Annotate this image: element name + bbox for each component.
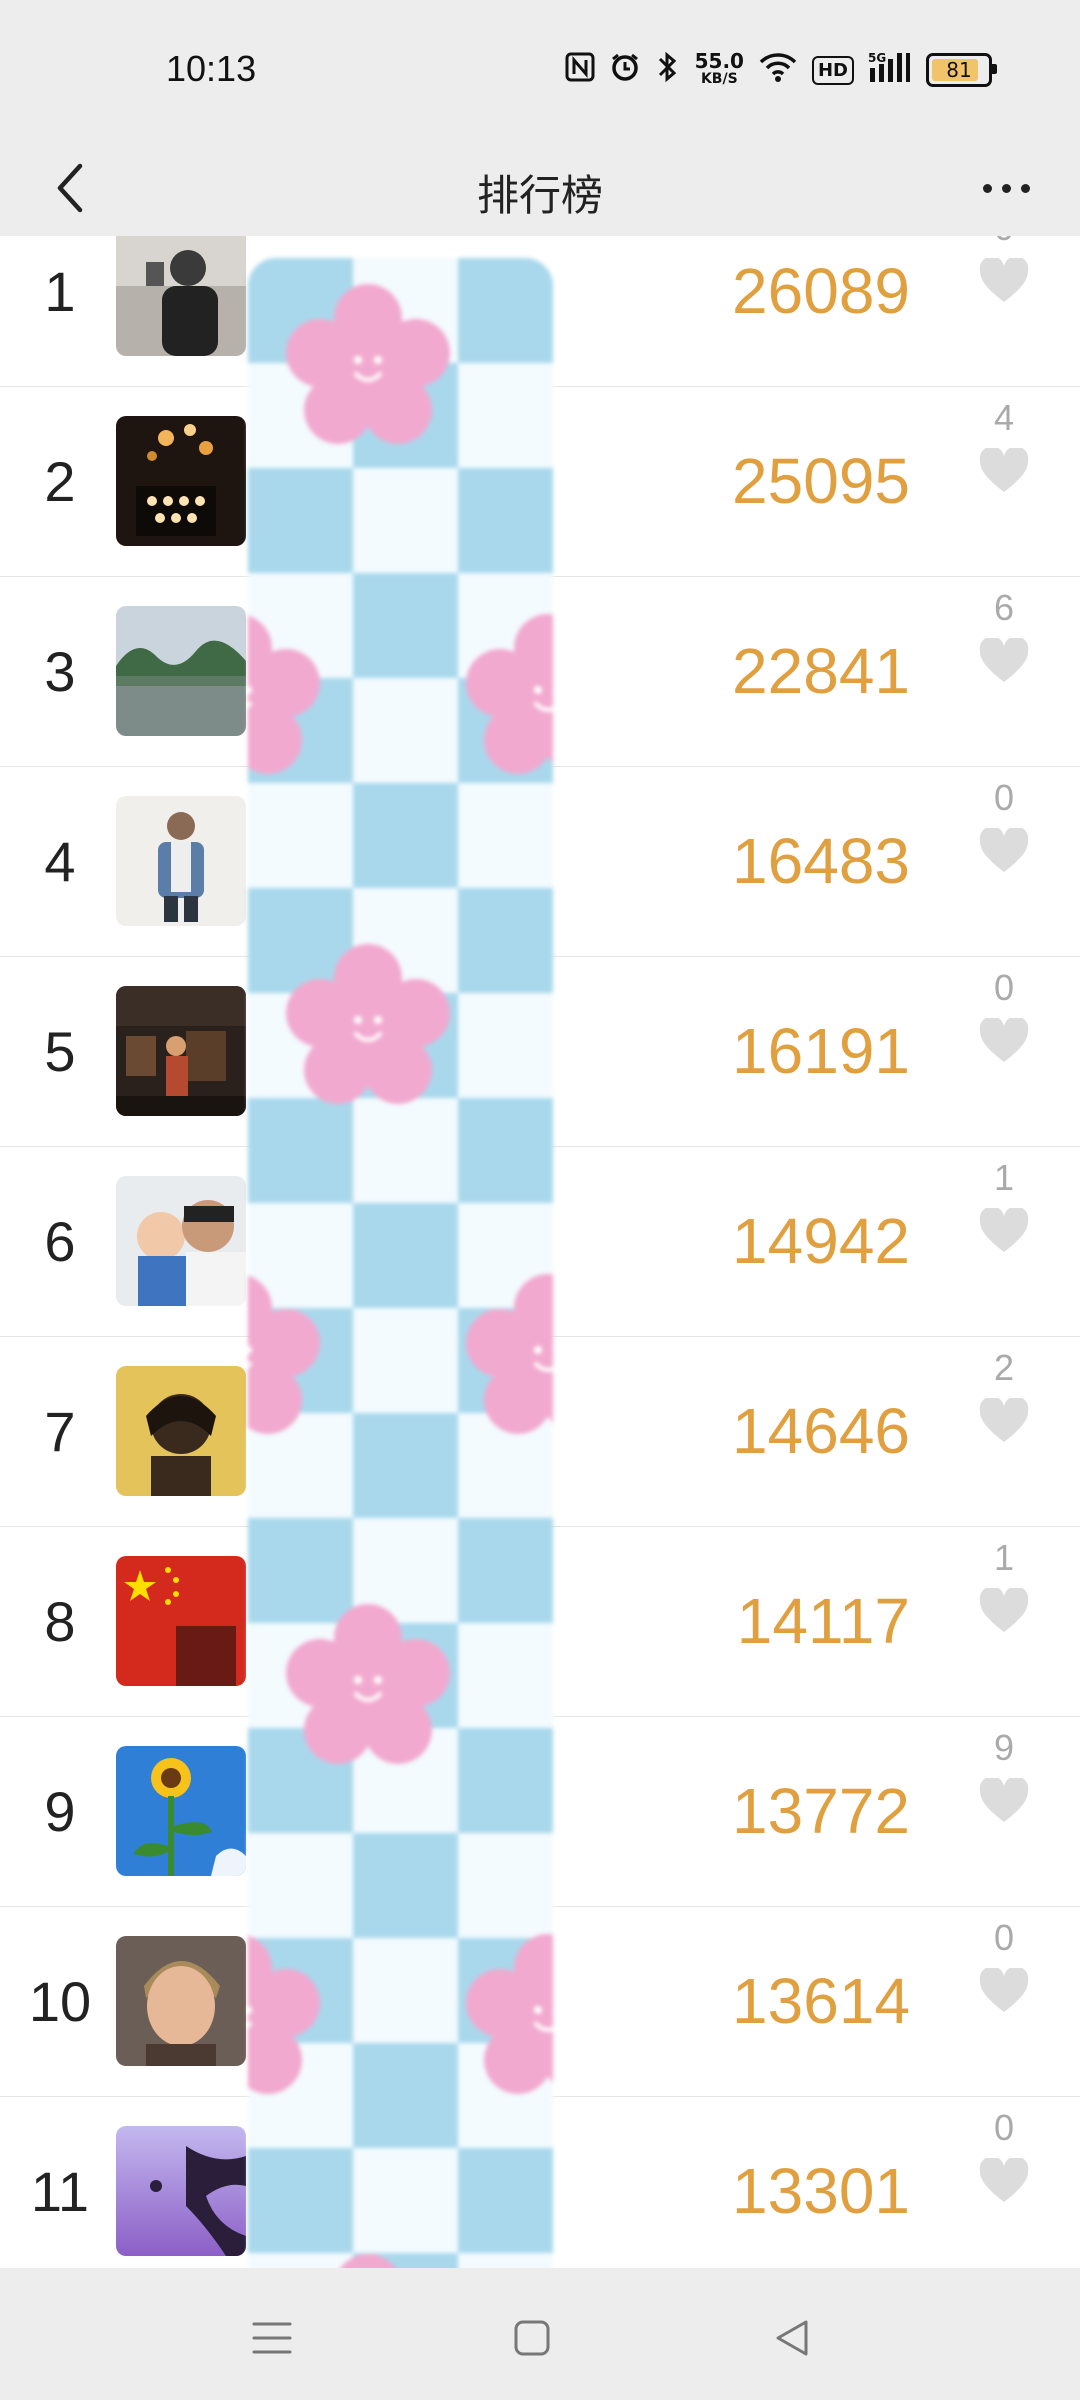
signal-icon: 5G xyxy=(868,50,912,90)
heart-icon[interactable] xyxy=(978,1018,1030,1064)
page-title: 排行榜 xyxy=(476,171,603,220)
system-nav-bar xyxy=(0,2268,1080,2400)
rank-number: 2 xyxy=(44,449,76,513)
heart-icon[interactable] xyxy=(978,1588,1030,1634)
score-value: 16191 xyxy=(732,1015,910,1087)
wifi-icon xyxy=(758,51,798,89)
battery-level: 81 xyxy=(946,58,972,82)
avatar[interactable] xyxy=(116,1366,246,1496)
like-count: 0 xyxy=(994,236,1014,250)
more-dot xyxy=(982,183,992,193)
like-count: 1 xyxy=(993,1157,1015,1198)
rank-number: 8 xyxy=(44,1589,76,1653)
like-group[interactable]: 1 xyxy=(968,1156,1040,1254)
like-group[interactable]: 9 xyxy=(968,1726,1040,1824)
score-value: 26089 xyxy=(732,255,910,327)
net-speed-value: 55.0 xyxy=(694,49,744,73)
score-value: 14942 xyxy=(732,1205,910,1277)
like-group[interactable]: 0 xyxy=(968,966,1040,1064)
privacy-sticker-overlay xyxy=(248,258,553,2288)
nav-home-button[interactable] xyxy=(492,2298,572,2378)
like-group[interactable]: 0 xyxy=(968,1916,1040,2014)
score-value: 14117 xyxy=(736,1585,910,1657)
avatar[interactable] xyxy=(116,986,246,1116)
more-dot xyxy=(1001,183,1011,193)
nav-back-button[interactable] xyxy=(752,2298,832,2378)
score-value: 16483 xyxy=(732,825,910,897)
heart-icon[interactable] xyxy=(978,258,1030,304)
bluetooth-icon xyxy=(655,50,681,90)
avatar[interactable] xyxy=(116,1936,246,2066)
like-group[interactable]: 2 xyxy=(968,1346,1040,1444)
like-count: 0 xyxy=(993,967,1015,1008)
checker-flower-pattern xyxy=(248,258,553,2288)
net-speed: 55.0 KB/S xyxy=(694,49,744,88)
avatar[interactable] xyxy=(116,416,246,546)
nfc-icon xyxy=(565,52,595,88)
rank-number: 5 xyxy=(44,1019,76,1083)
heart-icon[interactable] xyxy=(978,1398,1030,1444)
rank-number: 7 xyxy=(44,1399,76,1463)
score-value: 14646 xyxy=(732,1395,910,1467)
rank-number: 3 xyxy=(44,639,76,703)
rank-number: 4 xyxy=(44,829,76,893)
avatar[interactable] xyxy=(116,2126,246,2256)
like-group[interactable]: 0 xyxy=(968,2106,1040,2204)
heart-icon[interactable] xyxy=(978,1208,1030,1254)
more-dot xyxy=(1020,183,1030,193)
rank-number: 9 xyxy=(44,1779,76,1843)
status-time: 10:13 xyxy=(166,48,257,89)
rank-number: 6 xyxy=(44,1209,76,1273)
rank-number: 10 xyxy=(28,1969,92,2033)
avatar[interactable] xyxy=(116,236,246,356)
back-triangle-icon xyxy=(776,2320,808,2356)
like-group[interactable]: 6 xyxy=(968,586,1040,684)
like-group[interactable]: 4 xyxy=(968,396,1040,494)
like-count: 6 xyxy=(993,587,1015,628)
score-value: 13772 xyxy=(732,1775,910,1847)
like-count: 4 xyxy=(993,397,1015,438)
like-group[interactable]: 0 xyxy=(968,236,1040,304)
heart-icon[interactable] xyxy=(978,448,1030,494)
like-count: 0 xyxy=(993,2107,1015,2148)
home-square-icon xyxy=(514,2320,550,2356)
avatar[interactable] xyxy=(116,1176,246,1306)
heart-icon[interactable] xyxy=(978,1778,1030,1824)
heart-icon[interactable] xyxy=(978,638,1030,684)
rank-number: 1 xyxy=(44,259,76,323)
heart-icon[interactable] xyxy=(978,828,1030,874)
like-count: 0 xyxy=(993,777,1015,818)
hd-badge: HD xyxy=(811,55,854,85)
svg-text:5G: 5G xyxy=(868,51,886,65)
alarm-icon xyxy=(609,51,641,89)
heart-icon[interactable] xyxy=(978,1968,1030,2014)
avatar[interactable] xyxy=(116,1556,246,1686)
net-speed-unit: KB/S xyxy=(700,71,738,87)
avatar[interactable] xyxy=(116,1746,246,1876)
nav-menu-button[interactable] xyxy=(232,2298,312,2378)
more-button[interactable] xyxy=(956,148,1056,228)
heart-icon[interactable] xyxy=(978,2158,1030,2204)
app-bar: 排行榜 xyxy=(0,140,1080,236)
like-count: 1 xyxy=(993,1537,1015,1578)
rank-number: 11 xyxy=(30,2159,90,2223)
like-group[interactable]: 1 xyxy=(968,1536,1040,1634)
avatar[interactable] xyxy=(116,796,246,926)
like-count: 9 xyxy=(993,1727,1015,1768)
menu-icon xyxy=(252,2322,292,2354)
score-value: 13614 xyxy=(732,1965,910,2037)
score-value: 13301 xyxy=(732,2155,910,2227)
score-value: 22841 xyxy=(732,635,910,707)
status-icons: 55.0 KB/S HD 5G 81 xyxy=(565,46,997,94)
avatar[interactable] xyxy=(116,606,246,736)
like-group[interactable]: 0 xyxy=(968,776,1040,874)
battery-icon: 81 xyxy=(926,53,997,87)
score-value: 25095 xyxy=(732,445,910,517)
like-count: 0 xyxy=(993,1917,1015,1958)
status-bar: 10:13 55.0 KB/S HD 5G 81 xyxy=(0,0,1080,140)
like-count: 2 xyxy=(993,1347,1015,1388)
